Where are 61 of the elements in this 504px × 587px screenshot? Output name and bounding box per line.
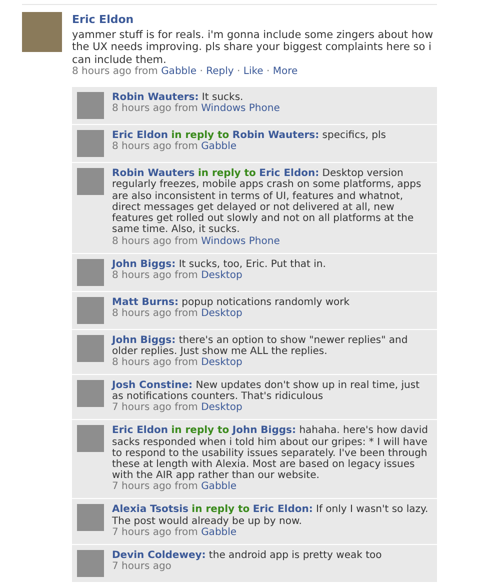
reply-text: Alexia Tsotsis in reply to Eric Eldon: If only I wasn't so lazy. The post would already be up by now. [112, 504, 430, 527]
author-link[interactable]: John Biggs: [112, 334, 176, 346]
reply-text: John Biggs: It sucks, too, Eric. Put that in. [112, 258, 327, 270]
avatar-placeholder [77, 504, 104, 532]
action-link[interactable]: More [272, 66, 298, 78]
author-link[interactable]: Matt Burns: [112, 296, 178, 308]
source-link[interactable]: Gabble [161, 66, 197, 78]
source-link[interactable]: Desktop [201, 308, 242, 319]
avatar-placeholder [77, 130, 104, 158]
avatar-placeholder [77, 380, 104, 407]
source-link[interactable]: Gabble [201, 481, 237, 492]
source-link[interactable]: Windows Phone [201, 103, 280, 114]
reply-text: Eric Eldon in reply to John Biggs: hahaha. here's how david sacks responded when i told him about our gripes: * I will have to respond to the usability issues separately. I've been through these at length with Alexia. Most are based on legacy issues with the AIR app rather than our website. [112, 425, 429, 482]
reply-meta: 8 hours ago from Desktop [112, 308, 244, 320]
author-link[interactable]: Alexia Tsotsis [112, 504, 188, 516]
reply-text: Matt Burns: popup notications randomly work [112, 296, 351, 308]
author-link[interactable]: John Biggs: [232, 425, 296, 436]
reply-meta: 7 hours ago from Gabble [112, 526, 238, 539]
author-link[interactable]: Eric Eldon: [259, 168, 320, 180]
author-link[interactable]: Eric Eldon [112, 425, 168, 436]
reply-meta: 8 hours ago from Windows Phone [112, 103, 281, 116]
reply-meta: 8 hours ago from Gabble [112, 141, 238, 154]
action-link[interactable]: Like [243, 66, 264, 78]
source-link[interactable]: Desktop [201, 270, 242, 281]
avatar-placeholder [77, 92, 104, 120]
author-link[interactable]: John Biggs: [112, 258, 176, 270]
author-link[interactable]: Robin Wauters: [112, 92, 199, 104]
author-link[interactable]: Devin Coldewey: [112, 550, 206, 561]
reply-text: Robin Wauters: It sucks. [112, 92, 244, 104]
reply-meta: 7 hours ago [112, 560, 172, 573]
avatar-placeholder [77, 168, 104, 196]
reply-text: Josh Constine: New updates don't show up in real time, just as notifications counters. That's ridiculous [112, 380, 420, 402]
avatar-placeholder [77, 550, 104, 577]
author-link[interactable]: Robin Wauters: [232, 130, 320, 142]
reply-text: Robin Wauters in reply to Eric Eldon: Desktop version regularly freezes, mobile apps crash on some platforms, apps are also inconsistent in terms of UI, features and whatnot, direct messages get delayed or not delivered at all, new features get rolled out slowly and not on all platforms at the same time. Also, it sucks. [112, 168, 422, 236]
author-link[interactable]: Eric Eldon [72, 12, 437, 28]
post-meta: 8 hours ago from Gabble · Reply · Like · More [72, 66, 299, 78]
source-link[interactable]: Desktop [201, 402, 242, 414]
reply-meta: 7 hours ago from Gabble [112, 481, 238, 494]
avatar-placeholder [77, 296, 104, 324]
reply-meta: 8 hours ago from Windows Phone [112, 236, 281, 248]
source-link[interactable]: Gabble [201, 526, 237, 538]
author-link[interactable]: Eric Eldon [112, 130, 168, 142]
reply-meta: 8 hours ago from Desktop [112, 270, 244, 282]
reply-text: Eric Eldon in reply to Robin Wauters: specifics, pls [112, 130, 387, 142]
reply-text: John Biggs: there's an option to show "newer replies" and older replies. Just show me ALL the replies. [112, 334, 409, 357]
avatar-placeholder [22, 12, 62, 52]
avatar-placeholder [77, 334, 104, 362]
reply-meta: 8 hours ago from Desktop [112, 356, 244, 369]
author-link[interactable]: Eric Eldon: [252, 504, 313, 516]
avatar-placeholder [77, 425, 104, 452]
post-text: yammer stuff is for reals. i'm gonna include some zingers about how the UX needs improving. pls share your biggest complaints here so i can include them. [72, 28, 434, 66]
source-link[interactable]: Desktop [201, 356, 242, 368]
author-link[interactable]: Josh Constine: [112, 380, 193, 391]
source-link[interactable]: Gabble [201, 141, 237, 152]
avatar-placeholder [77, 258, 104, 286]
reply-meta: 7 hours ago from Desktop [112, 402, 244, 414]
author-link[interactable]: Robin Wauters [112, 168, 195, 180]
source-link[interactable]: Windows Phone [201, 236, 280, 246]
action-link[interactable]: Reply [206, 66, 234, 78]
reply-text: Devin Coldewey: the android app is pretty weak too [112, 550, 383, 561]
